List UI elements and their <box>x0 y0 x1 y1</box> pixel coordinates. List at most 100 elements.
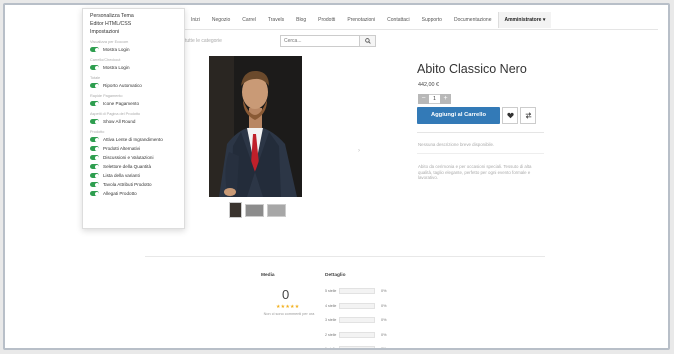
toggle-row[interactable]: Discussioni e Valutazioni <box>90 153 177 162</box>
toggle-switch[interactable] <box>90 164 99 169</box>
quantity-input[interactable]: 1 <box>429 94 440 104</box>
rating-bar <box>339 302 375 309</box>
nav-item[interactable]: Contattaci <box>381 12 416 28</box>
admin-menu-button[interactable]: Amministratore ▾ <box>497 12 552 28</box>
admin-dropdown-panel: Personalizza Tema Editor HTML/CSS Impostaz… <box>82 8 185 229</box>
nav-item[interactable]: Negozio <box>206 12 236 28</box>
toggle-label: Mostra Login <box>103 47 130 52</box>
average-rating-value: 0 <box>282 287 290 302</box>
rating-bar <box>339 317 375 324</box>
search-bar <box>280 35 376 47</box>
rating-row: 4 stelle 0% <box>325 299 387 314</box>
nav-item[interactable]: Blog <box>290 12 312 28</box>
toggle-row[interactable]: Selettore della Quantità <box>90 162 177 171</box>
nav-item[interactable]: Carrel <box>236 12 262 28</box>
product-title: Abito Classico Nero <box>417 62 527 76</box>
nav-item[interactable]: Inizi <box>185 12 206 28</box>
info-divider-2 <box>417 153 544 154</box>
toggle-switch[interactable] <box>90 83 99 88</box>
toggle-row[interactable]: Mostra Login <box>90 63 177 72</box>
rating-bar <box>339 346 375 348</box>
toggle-row[interactable]: Riporto Automatico <box>90 81 177 90</box>
rating-row-label: 5 stelle <box>325 289 337 293</box>
rating-row: 2 stelle 0% <box>325 328 387 343</box>
rating-row-label: 3 stelle <box>325 318 337 322</box>
nav-divider <box>185 29 658 30</box>
toggle-row[interactable]: Tavola Attributi Prodotto <box>90 180 177 189</box>
toggle-switch[interactable] <box>90 182 99 187</box>
toggle-switch[interactable] <box>90 119 99 124</box>
toggle-switch[interactable] <box>90 47 99 52</box>
rating-bar <box>339 331 375 338</box>
toggle-switch[interactable] <box>90 101 99 106</box>
browser-frame: Inizi Negozio Carrel Travels Blog Prodotti Pre… <box>3 3 670 350</box>
dropdown-link[interactable]: Personalizza Tema <box>90 12 177 20</box>
image-next-arrow[interactable]: › <box>358 148 360 154</box>
toggle-label: Allegati Prodotto <box>103 191 137 196</box>
compare-button[interactable] <box>520 107 536 124</box>
wishlist-button[interactable] <box>502 107 518 124</box>
reviews-average-heading: Media <box>261 273 275 278</box>
search-input[interactable] <box>280 35 360 47</box>
toggle-label: Show All Round <box>103 119 136 124</box>
thumbnail-2[interactable] <box>245 204 264 217</box>
quantity-decrease-button[interactable]: − <box>418 94 429 104</box>
suit-man-photo <box>209 56 302 197</box>
nav-item[interactable]: Documentazione <box>448 12 498 28</box>
cart-actions: Aggiungi al Carrello <box>417 107 536 124</box>
toggle-row[interactable]: Allegati Prodotto <box>90 189 177 198</box>
rating-stars: ★★★★★ <box>276 304 300 310</box>
thumbnail-1[interactable] <box>229 202 242 218</box>
toggle-label: Tavola Attributi Prodotto <box>103 182 152 187</box>
toggle-switch[interactable] <box>90 155 99 160</box>
section-divider <box>145 256 545 257</box>
rating-row-percent: 0% <box>381 347 387 350</box>
rating-bar <box>339 288 375 295</box>
nav-item[interactable]: Supporto <box>416 12 448 28</box>
toggle-label: Discussioni e Valutazioni <box>103 155 154 160</box>
nav-item[interactable]: Prodotti <box>312 12 341 28</box>
thumbnail-3[interactable] <box>267 204 286 217</box>
thumbnail-strip <box>229 202 286 218</box>
top-navigation: Inizi Negozio Carrel Travels Blog Prodotti Pre… <box>185 12 658 28</box>
rating-row: 3 stelle 0% <box>325 313 387 328</box>
toggle-switch[interactable] <box>90 146 99 151</box>
toggle-row[interactable]: Attiva Lente di Ingrandimento <box>90 135 177 144</box>
quantity-increase-button[interactable]: + <box>440 94 451 104</box>
nav-item[interactable]: Travels <box>262 12 290 28</box>
toggle-switch[interactable] <box>90 65 99 70</box>
nav-item[interactable]: Prenotazioni <box>341 12 381 28</box>
toggle-switch[interactable] <box>90 173 99 178</box>
rating-row-label: 4 stelle <box>325 303 337 308</box>
add-to-cart-button[interactable]: Aggiungi al Carrello <box>417 107 500 124</box>
toggle-row[interactable]: Lista della varianti <box>90 171 177 180</box>
toggle-switch[interactable] <box>90 137 99 142</box>
no-reviews-note: Non ci sono commenti per ora <box>263 312 315 316</box>
toggle-label: Prodotti Alternativi <box>103 146 141 151</box>
product-description: Abito da cerimonia e per occasioni speci… <box>418 164 532 180</box>
toggle-label: Selettore della Quantità <box>103 164 152 169</box>
toggle-row[interactable]: Icone Pagamento <box>90 99 177 108</box>
rating-row-label: 2 stelle <box>325 332 337 337</box>
toggle-label: Attiva Lente di Ingrandimento <box>103 137 163 142</box>
reviews-detail-heading: Dettaglio <box>325 273 346 278</box>
rating-row-percent: 0% <box>381 303 387 308</box>
rating-row-label: 1 stella <box>325 347 337 350</box>
heart-icon <box>506 112 514 119</box>
toggle-label: Lista della varianti <box>103 173 140 178</box>
rating-row-percent: 0% <box>381 289 387 294</box>
dropdown-link[interactable]: Impostazioni <box>90 28 177 36</box>
toggle-row[interactable]: Mostra Login <box>90 45 177 54</box>
search-icon <box>364 38 371 44</box>
rating-row-percent: 0% <box>381 332 387 337</box>
toggle-row[interactable]: Prodotti Alternativi <box>90 144 177 153</box>
dropdown-link[interactable]: Editor HTML/CSS <box>90 20 177 28</box>
product-price: 442,00 € <box>418 82 439 88</box>
product-main-image[interactable] <box>209 56 302 197</box>
toggle-row[interactable]: Show All Round <box>90 117 177 126</box>
toggle-label: Icone Pagamento <box>103 101 140 106</box>
toggle-label: Mostra Login <box>103 65 130 70</box>
search-button[interactable] <box>360 35 376 47</box>
quantity-stepper: − 1 + <box>418 94 451 104</box>
toggle-switch[interactable] <box>90 191 99 196</box>
